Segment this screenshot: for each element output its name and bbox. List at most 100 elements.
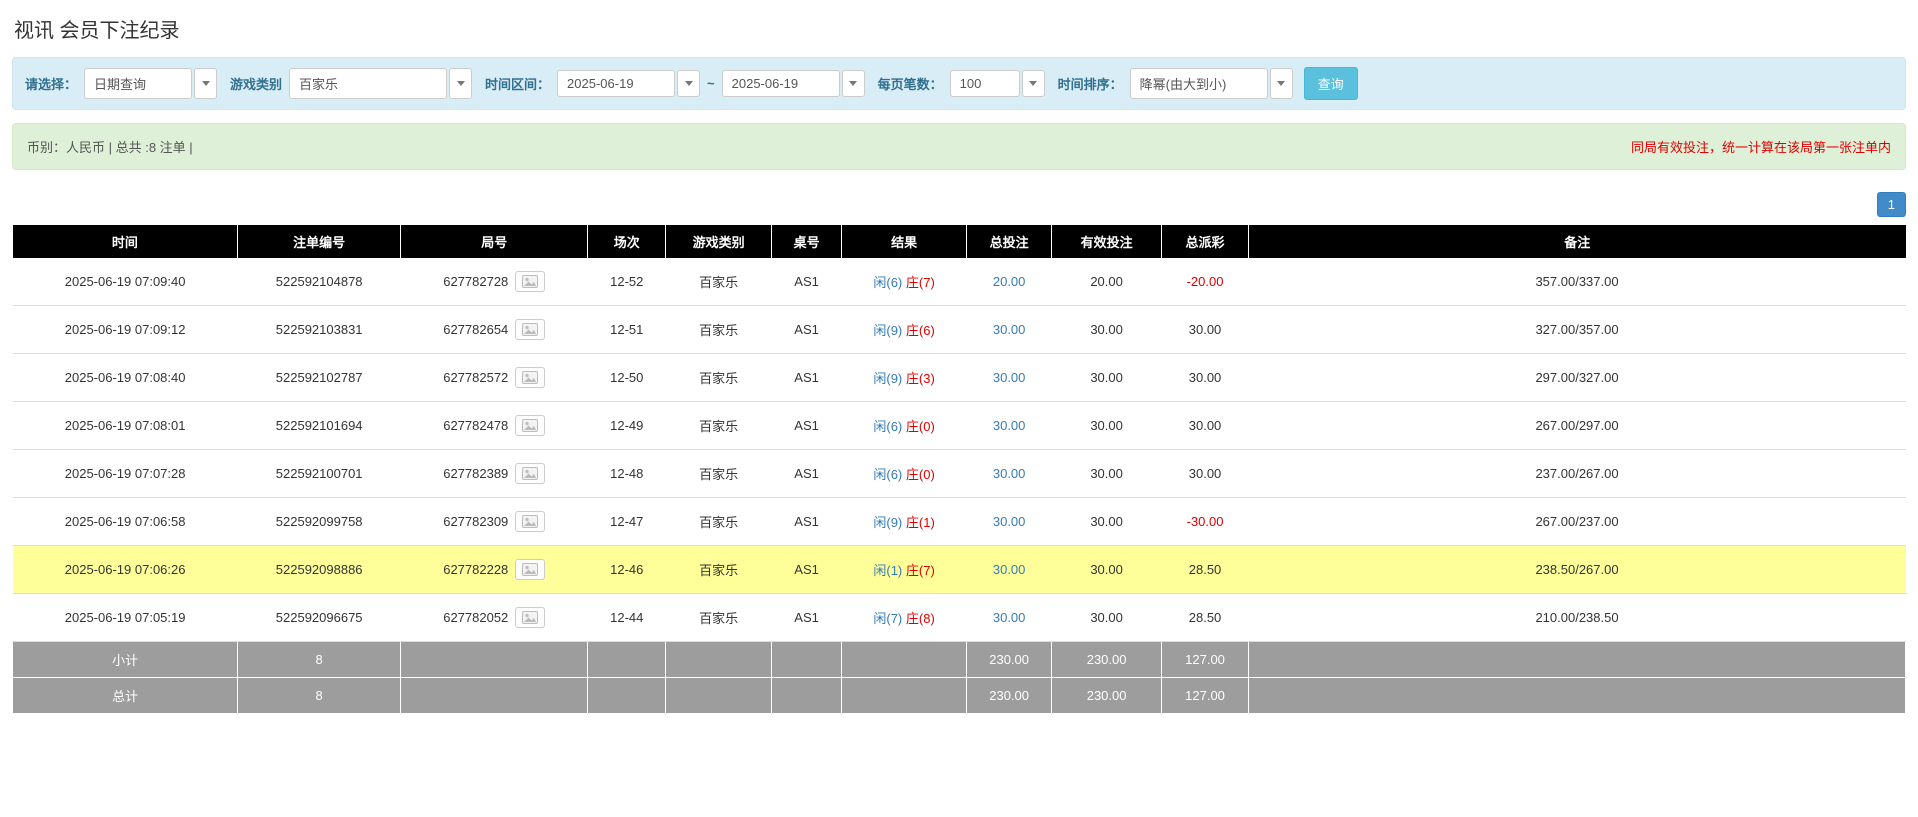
- chevron-down-icon[interactable]: [842, 70, 865, 97]
- video-replay-button[interactable]: [515, 319, 545, 340]
- summary-bar: 币别：人民币 | 总共 :8 注单 | 同局有效投注，统一计算在该局第一张注单内: [12, 123, 1906, 170]
- column-header: 桌号: [772, 225, 842, 258]
- video-replay-button[interactable]: [515, 559, 545, 580]
- game-type-label: 游戏类别: [230, 74, 282, 93]
- round-id-text: 627782728: [443, 274, 508, 289]
- cell-valid-bet: 30.00: [1052, 546, 1162, 594]
- cell-time: 2025-06-19 07:08:01: [13, 402, 238, 450]
- query-type-value[interactable]: 日期查询: [84, 68, 192, 99]
- cell-round-id: 627782572: [401, 354, 588, 402]
- footer-payout: 127.00: [1162, 642, 1249, 678]
- chevron-down-icon[interactable]: [677, 70, 700, 97]
- page-size-dropdown[interactable]: 100: [950, 70, 1045, 97]
- cell-table-no: AS1: [772, 306, 842, 354]
- cell-session: 12-52: [588, 258, 666, 306]
- cell-valid-bet: 30.00: [1052, 306, 1162, 354]
- search-button[interactable]: 查询: [1304, 67, 1358, 100]
- footer-label: 小计: [13, 642, 238, 678]
- footer-empty: [588, 642, 666, 678]
- column-header: 时间: [13, 225, 238, 258]
- cell-time: 2025-06-19 07:05:19: [13, 594, 238, 642]
- total-bet-link[interactable]: 30.00: [993, 370, 1026, 385]
- footer-empty: [772, 678, 842, 714]
- cell-bet-id: 522592098886: [238, 546, 401, 594]
- chevron-down-icon[interactable]: [449, 68, 472, 99]
- cell-bet-id: 522592104878: [238, 258, 401, 306]
- time-range-label: 时间区间：: [485, 74, 550, 93]
- chevron-down-icon[interactable]: [1270, 68, 1293, 99]
- cell-session: 12-51: [588, 306, 666, 354]
- video-replay-button[interactable]: [515, 271, 545, 292]
- table-row[interactable]: 2025-06-19 07:05:19522592096675627782052…: [13, 594, 1906, 642]
- table-row[interactable]: 2025-06-19 07:09:12522592103831627782654…: [13, 306, 1906, 354]
- sort-label: 时间排序：: [1058, 74, 1123, 93]
- table-row[interactable]: 2025-06-19 07:07:28522592100701627782389…: [13, 450, 1906, 498]
- result-banker: 庄(6): [906, 323, 935, 338]
- cell-result: 闲(6) 庄(0): [842, 402, 967, 450]
- sort-value[interactable]: 降幂(由大到小): [1130, 68, 1268, 99]
- cell-total-bet[interactable]: 30.00: [967, 594, 1052, 642]
- video-replay-button[interactable]: [515, 415, 545, 436]
- total-bet-link[interactable]: 30.00: [993, 322, 1026, 337]
- cell-table-no: AS1: [772, 498, 842, 546]
- video-replay-button[interactable]: [515, 511, 545, 532]
- date-to-dropdown[interactable]: 2025-06-19: [722, 70, 865, 97]
- cell-session: 12-46: [588, 546, 666, 594]
- total-bet-link[interactable]: 30.00: [993, 562, 1026, 577]
- cell-table-no: AS1: [772, 594, 842, 642]
- total-bet-link[interactable]: 30.00: [993, 466, 1026, 481]
- cell-total-bet[interactable]: 30.00: [967, 354, 1052, 402]
- cell-total-bet[interactable]: 30.00: [967, 450, 1052, 498]
- total-bet-link[interactable]: 20.00: [993, 274, 1026, 289]
- footer-empty: [588, 678, 666, 714]
- cell-result: 闲(9) 庄(3): [842, 354, 967, 402]
- cell-result: 闲(9) 庄(1): [842, 498, 967, 546]
- cell-result: 闲(1) 庄(7): [842, 546, 967, 594]
- table-row[interactable]: 2025-06-19 07:09:40522592104878627782728…: [13, 258, 1906, 306]
- video-replay-icon: [522, 275, 538, 288]
- table-row[interactable]: 2025-06-19 07:08:40522592102787627782572…: [13, 354, 1906, 402]
- chevron-down-icon[interactable]: [194, 68, 217, 99]
- total-bet-link[interactable]: 30.00: [993, 514, 1026, 529]
- video-replay-button[interactable]: [515, 463, 545, 484]
- game-type-dropdown[interactable]: 百家乐: [289, 68, 472, 99]
- page-size-value[interactable]: 100: [950, 70, 1020, 97]
- column-header: 游戏类别: [666, 225, 772, 258]
- cell-round-id: 627782654: [401, 306, 588, 354]
- cell-valid-bet: 30.00: [1052, 402, 1162, 450]
- table-footer-row: 小计8230.00230.00127.00: [13, 642, 1906, 678]
- cell-result: 闲(9) 庄(6): [842, 306, 967, 354]
- date-to-value[interactable]: 2025-06-19: [722, 70, 840, 97]
- cell-total-bet[interactable]: 30.00: [967, 306, 1052, 354]
- cell-time: 2025-06-19 07:06:26: [13, 546, 238, 594]
- table-row[interactable]: 2025-06-19 07:06:26522592098886627782228…: [13, 546, 1906, 594]
- date-from-value[interactable]: 2025-06-19: [557, 70, 675, 97]
- table-footer-row: 总计8230.00230.00127.00: [13, 678, 1906, 714]
- table-row[interactable]: 2025-06-19 07:08:01522592101694627782478…: [13, 402, 1906, 450]
- cell-valid-bet: 20.00: [1052, 258, 1162, 306]
- date-from-dropdown[interactable]: 2025-06-19: [557, 70, 700, 97]
- game-type-value[interactable]: 百家乐: [289, 68, 447, 99]
- footer-count: 8: [238, 678, 401, 714]
- cell-total-bet[interactable]: 30.00: [967, 402, 1052, 450]
- cell-game-type: 百家乐: [666, 402, 772, 450]
- chevron-down-icon[interactable]: [1022, 70, 1045, 97]
- cell-time: 2025-06-19 07:08:40: [13, 354, 238, 402]
- filter-bar: 请选择： 日期查询 游戏类别 百家乐 时间区间： 2025-06-19 ~ 20…: [12, 57, 1906, 110]
- cell-total-bet[interactable]: 30.00: [967, 546, 1052, 594]
- sort-dropdown[interactable]: 降幂(由大到小): [1130, 68, 1293, 99]
- video-replay-icon: [522, 323, 538, 336]
- video-replay-button[interactable]: [515, 367, 545, 388]
- cell-game-type: 百家乐: [666, 306, 772, 354]
- total-bet-link[interactable]: 30.00: [993, 418, 1026, 433]
- pagination: 1: [12, 192, 1906, 217]
- page-number-button[interactable]: 1: [1877, 192, 1906, 217]
- total-bet-link[interactable]: 30.00: [993, 610, 1026, 625]
- cell-total-bet[interactable]: 20.00: [967, 258, 1052, 306]
- cell-total-bet[interactable]: 30.00: [967, 498, 1052, 546]
- query-type-dropdown[interactable]: 日期查询: [84, 68, 217, 99]
- table-row[interactable]: 2025-06-19 07:06:58522592099758627782309…: [13, 498, 1906, 546]
- round-id-text: 627782389: [443, 466, 508, 481]
- column-header: 总投注: [967, 225, 1052, 258]
- video-replay-button[interactable]: [515, 607, 545, 628]
